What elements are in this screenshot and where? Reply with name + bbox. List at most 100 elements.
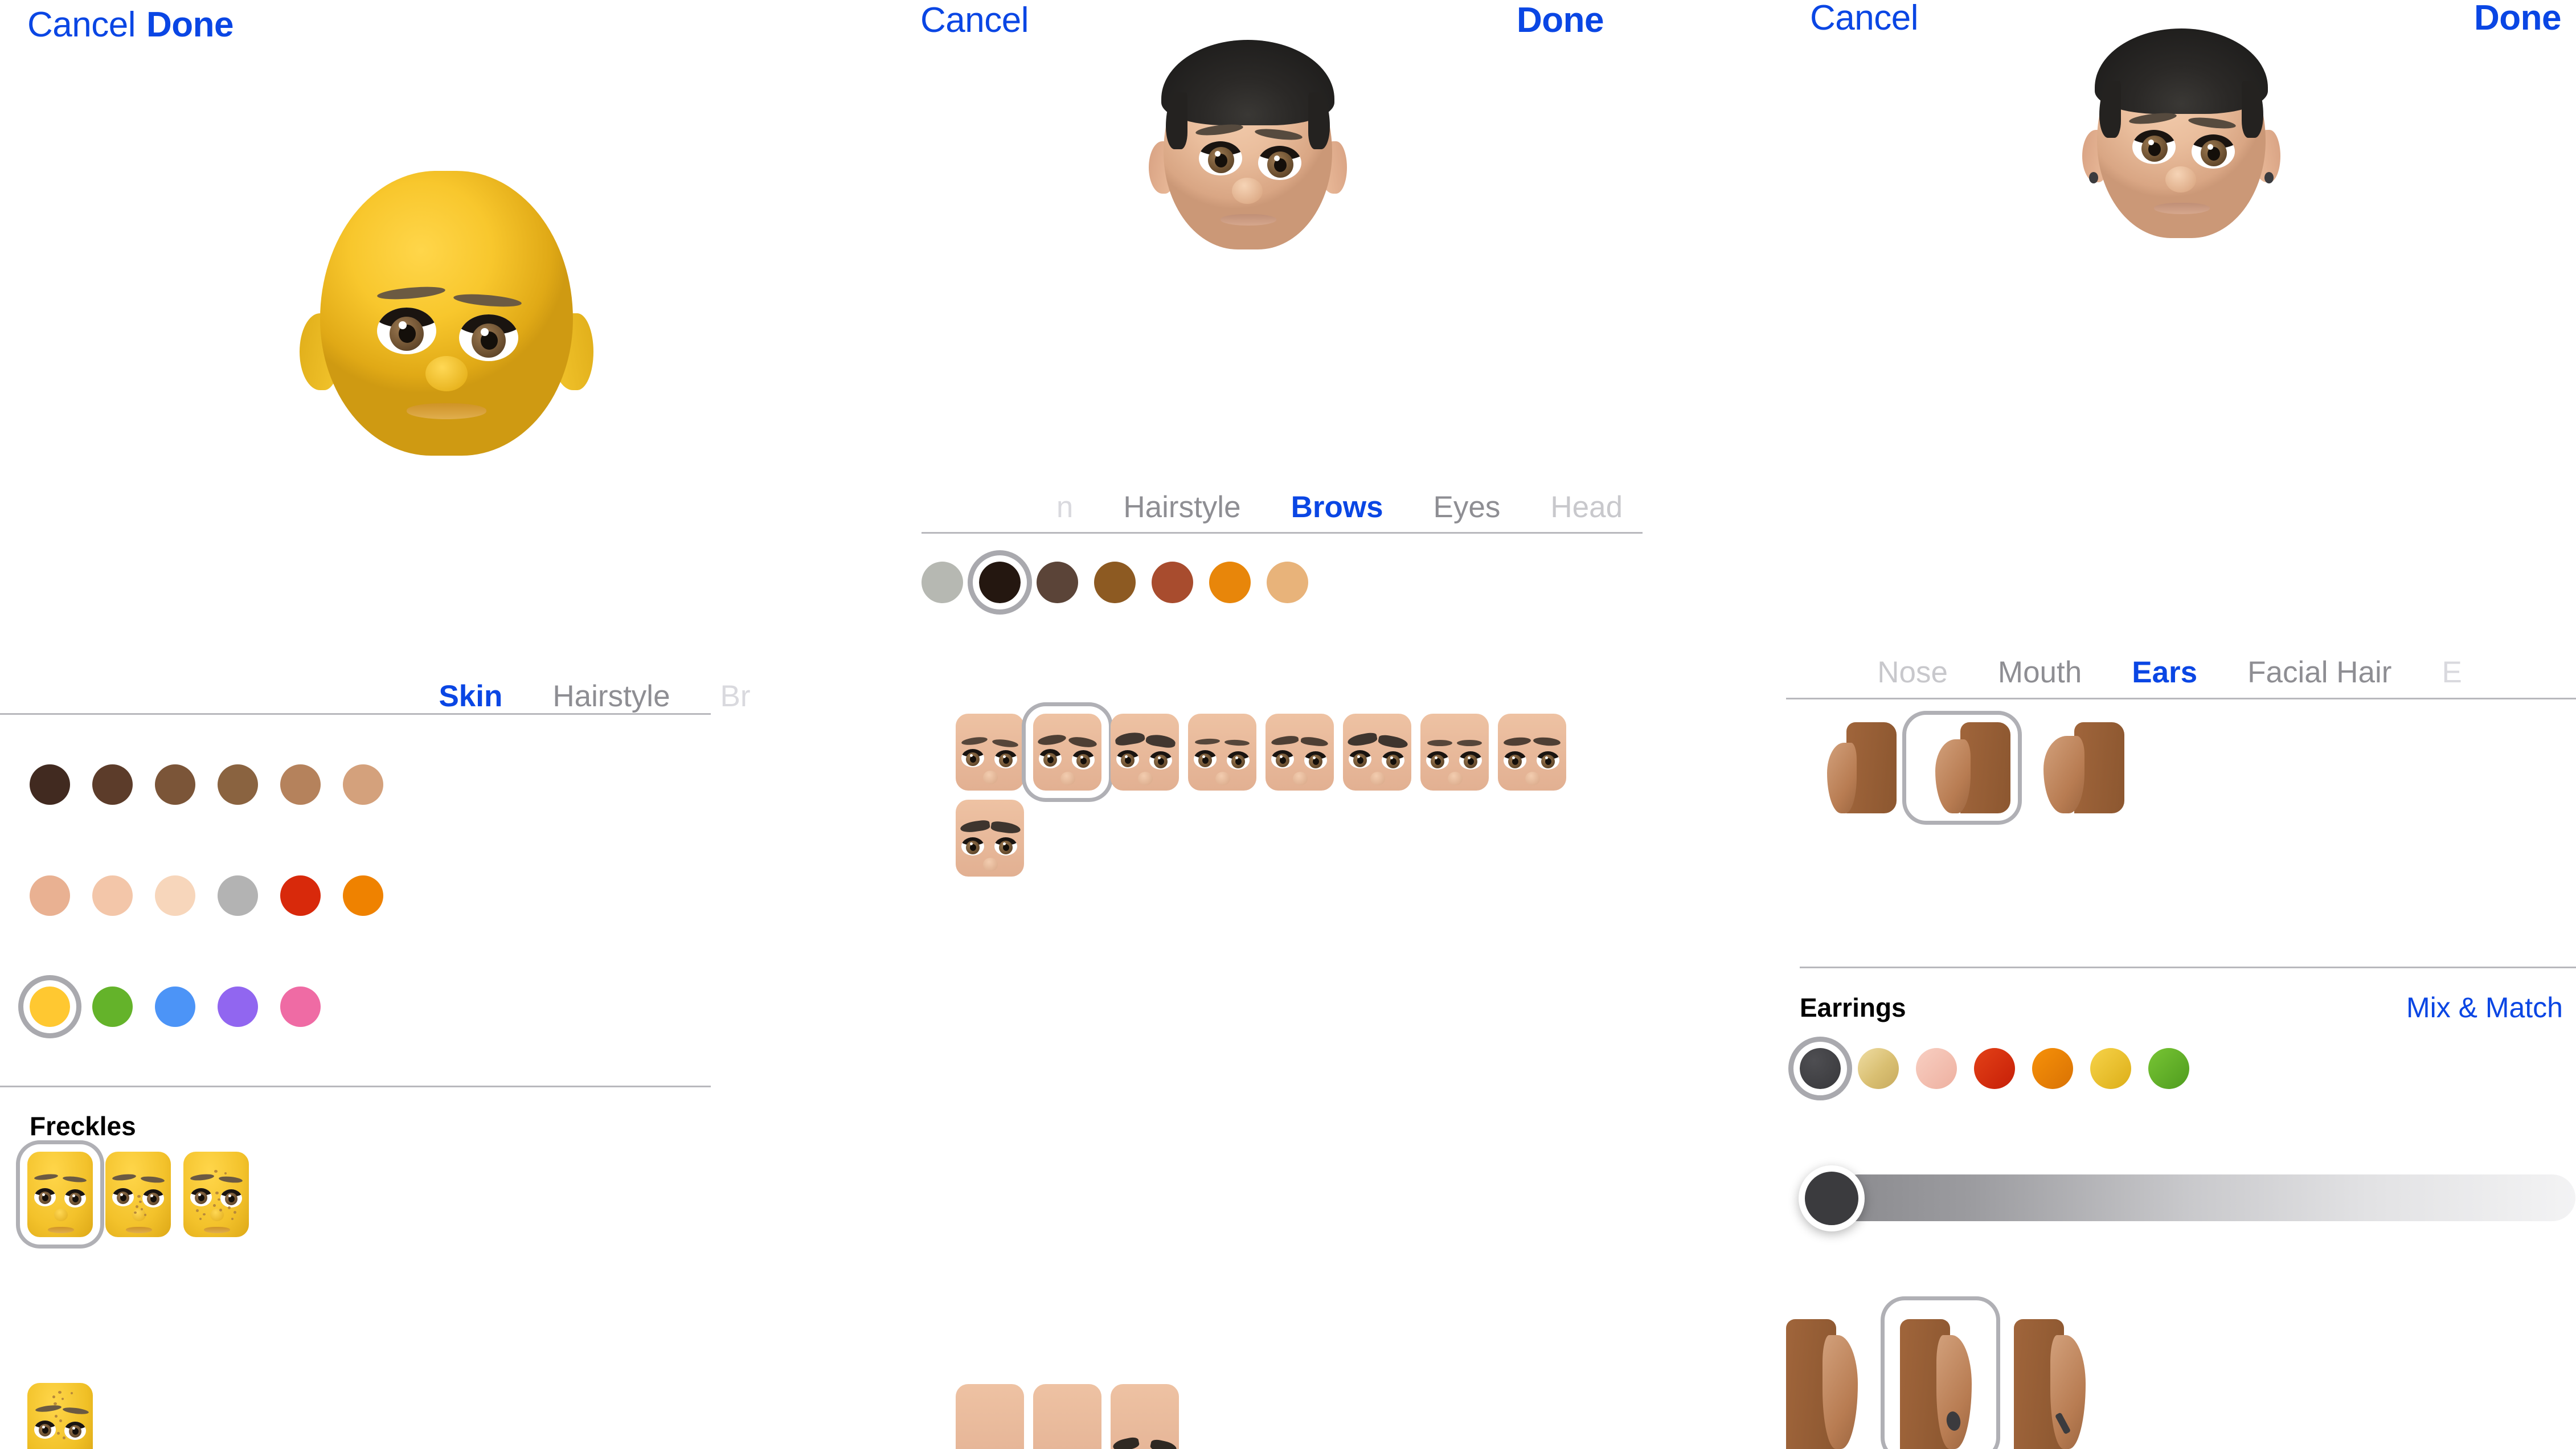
cancel-button[interactable]: Cancel	[27, 5, 136, 45]
freckles-section-header: Freckles	[30, 1111, 685, 1141]
brow-option[interactable]	[1111, 1384, 1179, 1449]
avatar-eye-right	[1258, 146, 1301, 180]
skin-swatch[interactable]	[218, 875, 258, 916]
brow-option-selected[interactable]	[1022, 702, 1113, 802]
brow-color-swatch[interactable]	[1152, 562, 1193, 603]
brow-option[interactable]	[956, 714, 1024, 791]
freckle-option-heavy-2[interactable]	[27, 1383, 93, 1449]
earring-option-bar[interactable]	[2006, 1308, 2103, 1449]
brow-option[interactable]	[956, 1384, 1024, 1449]
freckles-options	[16, 1140, 711, 1249]
brow-color-swatch[interactable]	[1037, 562, 1078, 603]
tab-brows-clipped[interactable]: Br	[695, 679, 776, 714]
slider-track[interactable]	[1835, 1174, 2575, 1221]
slider-thumb[interactable]	[1799, 1165, 1865, 1231]
earring-color-swatch[interactable]	[1974, 1048, 2015, 1089]
skin-swatch[interactable]	[218, 987, 258, 1027]
skin-swatch-row-1	[30, 764, 383, 805]
earring-option-stud-selected[interactable]	[1881, 1296, 2000, 1449]
avatar-mouth	[2153, 203, 2210, 214]
brow-option[interactable]	[1111, 714, 1179, 791]
avatar-nose	[2165, 166, 2196, 193]
tab-facial-hair[interactable]: Facial Hair	[2222, 655, 2417, 690]
ear-options	[1800, 711, 2124, 825]
skin-swatch[interactable]	[155, 875, 195, 916]
tab-mouth[interactable]: Mouth	[1973, 655, 2107, 690]
brow-option[interactable]	[956, 800, 1024, 877]
ear-option-large[interactable]	[2028, 722, 2124, 813]
earring-color-swatch[interactable]	[2090, 1048, 2131, 1089]
skin-swatch[interactable]	[30, 764, 70, 805]
brow-color-swatch[interactable]	[1209, 562, 1251, 603]
tab-brows[interactable]: Brows	[1266, 490, 1408, 525]
skin-swatch[interactable]	[280, 987, 321, 1027]
skin-swatch-row-2	[30, 875, 383, 916]
earring-color-swatch[interactable]	[1916, 1048, 1957, 1089]
avatar-preview	[1786, 28, 2576, 239]
brow-color-swatch[interactable]	[922, 562, 963, 603]
done-button[interactable]: Done	[1517, 0, 1604, 40]
avatar-earring-left	[2088, 172, 2098, 183]
skin-section-divider	[0, 1086, 711, 1087]
tab-skin-clipped[interactable]: n	[1031, 490, 1098, 525]
skin-swatch[interactable]	[343, 764, 383, 805]
skin-swatch[interactable]	[92, 987, 133, 1027]
skin-swatch[interactable]	[155, 764, 195, 805]
avatar-eye-left	[1199, 141, 1242, 175]
tabbar-divider	[1786, 698, 2576, 699]
earring-color-swatches	[1788, 1037, 2189, 1100]
brow-option[interactable]	[1343, 714, 1411, 791]
skin-swatch[interactable]	[280, 764, 321, 805]
skin-swatch-selected[interactable]	[18, 975, 81, 1038]
tab-skin[interactable]: Skin	[413, 679, 527, 714]
brow-option[interactable]	[1266, 714, 1334, 791]
skin-swatch[interactable]	[155, 987, 195, 1027]
avatar-eye-left	[377, 308, 436, 354]
skin-swatch[interactable]	[92, 875, 133, 916]
done-button[interactable]: Done	[146, 5, 234, 45]
brow-color-swatches	[922, 550, 1308, 615]
tab-head-clipped[interactable]: Head	[1525, 490, 1648, 525]
avatar-mouth	[1221, 214, 1276, 226]
ear-option-medium-selected[interactable]	[1902, 711, 2022, 825]
skin-swatch[interactable]	[280, 875, 321, 916]
tab-hairstyle[interactable]: Hairstyle	[527, 679, 695, 714]
brow-option[interactable]	[1420, 714, 1489, 791]
brow-option[interactable]	[1498, 714, 1566, 791]
cancel-button[interactable]: Cancel	[920, 0, 1029, 40]
ears-section-divider	[1800, 967, 2576, 968]
freckle-option-heavy[interactable]	[183, 1152, 249, 1237]
earring-color-swatch[interactable]	[2148, 1048, 2189, 1089]
avatar-earring-right	[2264, 172, 2274, 183]
earring-options	[1786, 1296, 2103, 1449]
tab-ears[interactable]: Ears	[2107, 655, 2222, 690]
brow-option[interactable]	[1033, 1384, 1101, 1449]
mix-and-match-button[interactable]: Mix & Match	[2406, 991, 2563, 1024]
skin-swatch[interactable]	[92, 764, 133, 805]
earring-option-none[interactable]	[1786, 1308, 1875, 1449]
skin-swatch[interactable]	[30, 875, 70, 916]
skin-swatch[interactable]	[218, 764, 258, 805]
skin-swatch[interactable]	[343, 875, 383, 916]
earring-color-swatch-selected[interactable]	[1788, 1037, 1852, 1100]
ear-option-small[interactable]	[1800, 722, 1897, 813]
brow-color-swatch-selected[interactable]	[968, 550, 1032, 615]
earrings-section-header: Earrings Mix & Match	[1800, 991, 2563, 1024]
memoji-editor-screens: Cancel Done Skin Hairstyle Br Freckles C…	[0, 0, 2576, 1449]
brow-color-swatch[interactable]	[1267, 562, 1308, 603]
navbar-skin: Cancel Done	[0, 0, 893, 68]
earring-color-swatch[interactable]	[2032, 1048, 2073, 1089]
freckle-option-none[interactable]	[16, 1140, 104, 1249]
brow-option[interactable]	[1188, 714, 1256, 791]
tab-hairstyle[interactable]: Hairstyle	[1098, 490, 1266, 525]
tab-nose-clipped[interactable]: Nose	[1852, 655, 1973, 690]
avatar-nose	[1232, 178, 1263, 204]
tab-eyes[interactable]: Eyes	[1408, 490, 1526, 525]
tabbar-divider	[922, 532, 1643, 534]
panel-brows: Cancel Done n Hairstyle Brows Eyes Head	[893, 0, 1786, 1449]
earring-shade-slider[interactable]	[1799, 1165, 2575, 1231]
freckle-option-light[interactable]	[105, 1152, 171, 1237]
tab-eyewear-clipped[interactable]: E	[2417, 655, 2487, 690]
brow-color-swatch[interactable]	[1094, 562, 1136, 603]
earring-color-swatch[interactable]	[1858, 1048, 1899, 1089]
